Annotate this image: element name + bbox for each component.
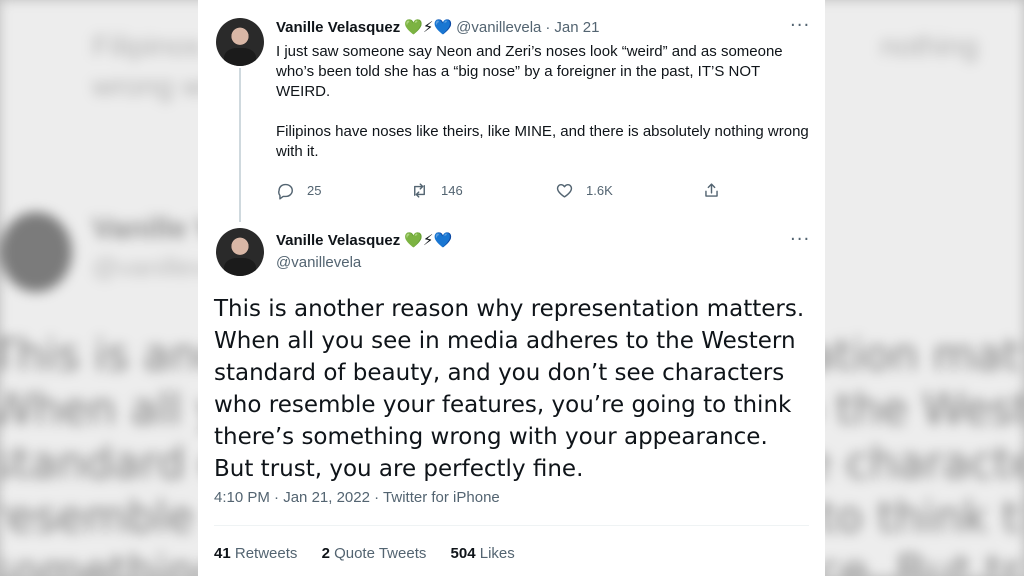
likes-label: Likes xyxy=(479,545,515,562)
tweet-actions: 25 146 1.6K xyxy=(276,181,811,203)
name-emojis: 💚⚡💙 xyxy=(404,231,453,249)
tweet-meta: 4:10 PM · Jan 21, 2022 · Twitter for iPh… xyxy=(214,489,500,506)
user-handle[interactable]: @vanillevela xyxy=(276,254,361,271)
heart-icon xyxy=(556,184,573,198)
reply-button[interactable]: 25 xyxy=(276,181,321,200)
retweets-stat[interactable]: 41 Retweets xyxy=(214,545,297,562)
name-emojis: 💚⚡💙 xyxy=(404,18,453,36)
tweet-text: This is another reason why representatio… xyxy=(214,293,809,485)
retweet-icon xyxy=(414,183,425,198)
likes-stat[interactable]: 504 Likes xyxy=(451,545,515,562)
tweet2-header: Vanille Velasquez 💚⚡💙 xyxy=(276,231,452,249)
share-icon xyxy=(705,183,718,197)
display-name[interactable]: Vanille Velasquez xyxy=(276,19,400,36)
divider xyxy=(214,525,809,526)
share-button[interactable] xyxy=(702,181,733,200)
bg-blur-text: wrong wi xyxy=(92,70,211,103)
quote-tweets-label: Quote Tweets xyxy=(334,545,427,562)
separator-dot: · xyxy=(545,18,551,36)
quote-tweets-count: 2 xyxy=(321,545,330,562)
tweet-date[interactable]: Jan 21 xyxy=(554,19,599,36)
tweet-time[interactable]: 4:10 PM xyxy=(214,489,270,506)
tweet-text: I just saw someone say Neon and Zeri’s n… xyxy=(276,42,811,162)
likes-count: 504 xyxy=(450,545,476,562)
tweet-full-date[interactable]: Jan 21, 2022 xyxy=(283,489,370,506)
reply-count: 25 xyxy=(307,183,322,198)
tweet1-header: Vanille Velasquez 💚⚡💙 @vanillevela · Jan… xyxy=(276,18,599,36)
retweet-button[interactable]: 146 xyxy=(410,181,463,200)
bg-blur-text: nothing xyxy=(880,30,979,63)
thread-line xyxy=(239,68,241,222)
user-handle[interactable]: @vanillevela xyxy=(456,19,541,36)
avatar[interactable] xyxy=(216,18,264,66)
tweet-paragraph: Filipinos have noses like theirs, like M… xyxy=(276,123,809,160)
tweet-card: Vanille Velasquez 💚⚡💙 @vanillevela · Jan… xyxy=(198,0,825,576)
separator-dot: · xyxy=(274,489,284,506)
bg-avatar xyxy=(0,212,72,292)
like-count: 1.6K xyxy=(586,183,613,198)
tweet-source[interactable]: Twitter for iPhone xyxy=(383,489,500,506)
more-options-icon[interactable]: ··· xyxy=(790,15,810,36)
quote-tweets-stat[interactable]: 2 Quote Tweets xyxy=(322,545,427,562)
avatar[interactable] xyxy=(216,228,264,276)
bg-blur-text: Filipinos xyxy=(92,30,203,63)
reply-icon xyxy=(278,183,293,200)
retweets-label: Retweets xyxy=(234,545,298,562)
retweets-count: 41 xyxy=(214,545,231,562)
retweet-count: 146 xyxy=(441,183,463,198)
tweet-paragraph: This is another reason why representatio… xyxy=(214,296,805,482)
more-options-icon[interactable]: ··· xyxy=(790,229,810,250)
like-button[interactable]: 1.6K xyxy=(555,181,613,200)
tweet-paragraph: I just saw someone say Neon and Zeri’s n… xyxy=(276,43,783,100)
separator-dot: · xyxy=(374,489,384,506)
tweet-stats: 41 Retweets 2 Quote Tweets 504 Likes xyxy=(214,545,535,562)
display-name[interactable]: Vanille Velasquez xyxy=(276,232,400,249)
